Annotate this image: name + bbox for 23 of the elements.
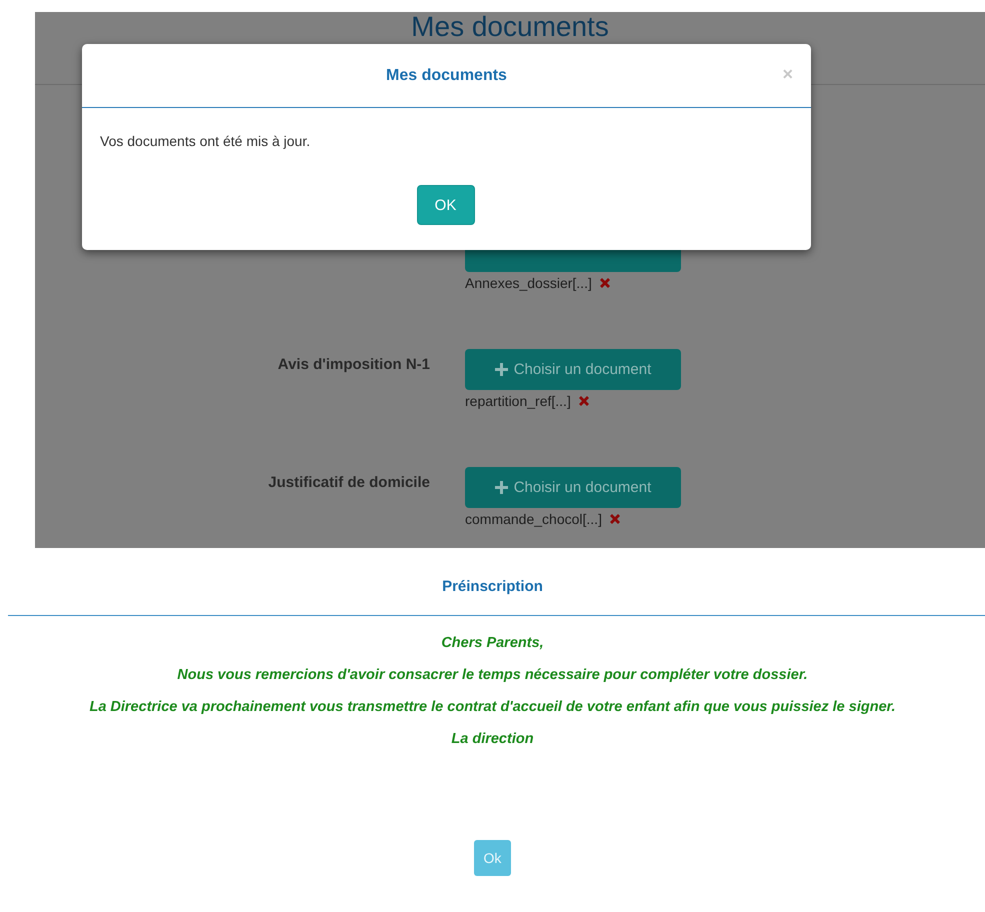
close-button[interactable]: × xyxy=(782,64,793,85)
dialog-message: Vos documents ont été mis à jour. xyxy=(99,132,312,149)
plus-icon xyxy=(494,363,508,376)
dialog-title: Mes documents xyxy=(386,66,507,84)
section-title: Préinscription xyxy=(442,578,543,595)
ok-button[interactable]: OK xyxy=(416,185,474,225)
plus-icon xyxy=(494,481,508,494)
page-title: Mes documents xyxy=(411,12,609,44)
file-name: repartition_ref[...] xyxy=(465,393,571,409)
delete-icon[interactable] xyxy=(576,394,591,408)
document-label: Avis d'imposition N-1 xyxy=(276,355,430,375)
delete-icon[interactable] xyxy=(608,512,622,526)
message-text: Nous vous remercions d'avoir consacrer le temps nécessaire pour compléter votre dossier. xyxy=(176,666,809,684)
message-text: La direction xyxy=(450,730,535,748)
document-label: Justificatif de domicile xyxy=(267,473,430,493)
ok-button[interactable]: Ok xyxy=(474,840,511,876)
message-text: La Directrice va prochainement vous transmettre le contrat d'accueil de votre enfant afin que vous puissiez le signer. xyxy=(89,698,896,716)
file-name: commande_chocol[...] xyxy=(465,511,602,527)
delete-icon[interactable] xyxy=(598,276,612,290)
file-name: Annexes_dossier[...] xyxy=(465,275,592,291)
choose-document-button[interactable]: Choisir un document xyxy=(465,467,681,508)
message-text: Chers Parents, xyxy=(440,634,545,652)
choose-document-button[interactable]: Choisir un document xyxy=(465,349,681,390)
